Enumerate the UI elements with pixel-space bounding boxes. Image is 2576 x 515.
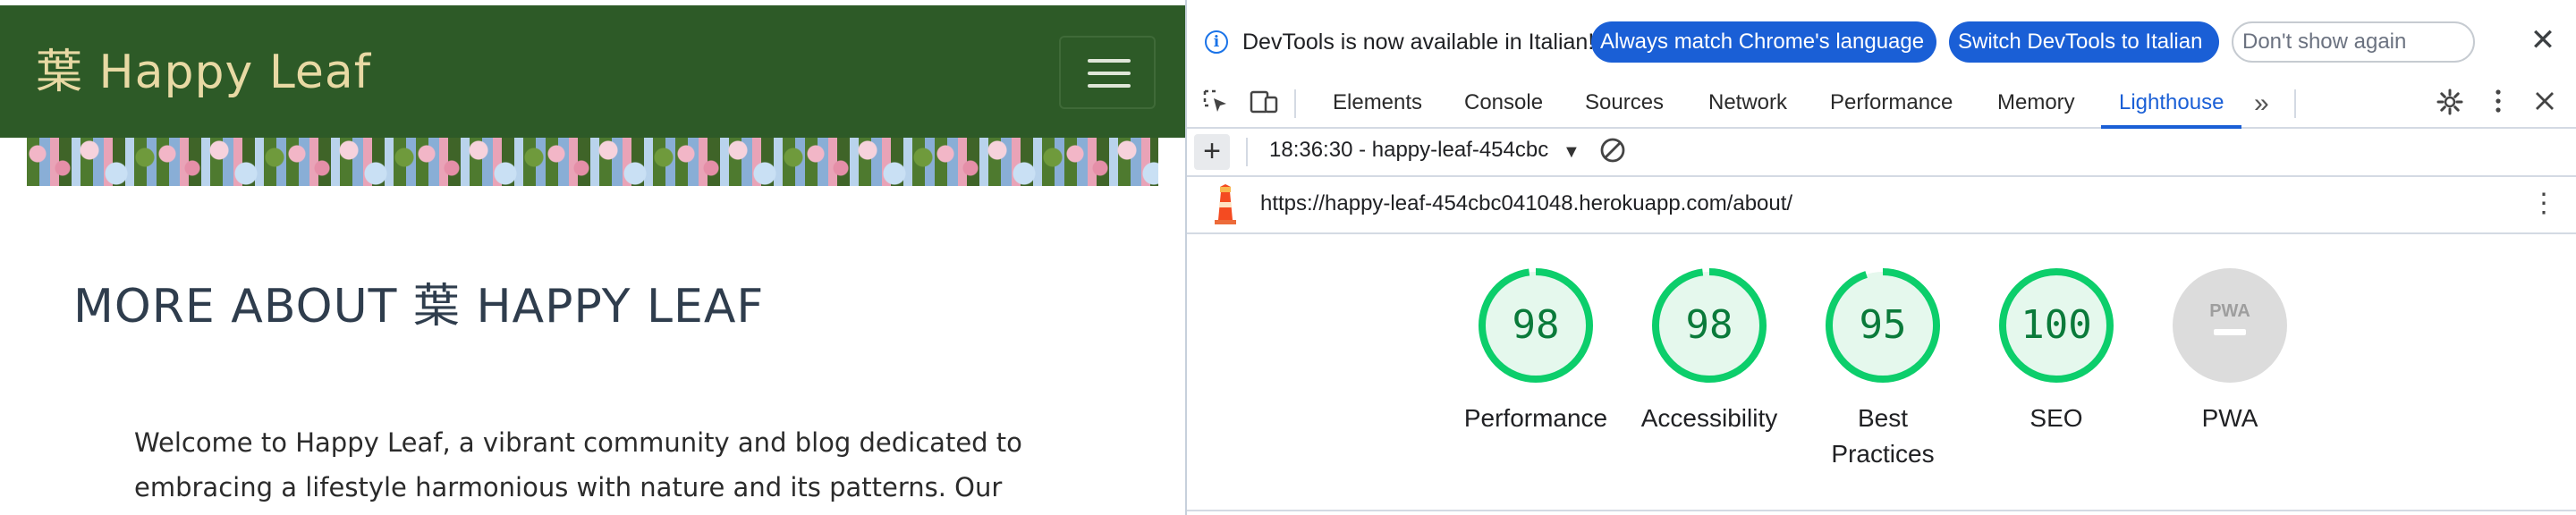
info-icon: i	[1205, 30, 1228, 54]
score-ring: 100	[1999, 268, 2114, 383]
infobar-message: DevTools is now available in Italian!	[1242, 30, 1595, 55]
report-url: https://happy-leaf-454cbc041048.herokuap…	[1260, 191, 1793, 215]
score-ring: 98	[1652, 268, 1767, 383]
always-match-language-button[interactable]: Always match Chrome's language	[1591, 21, 1936, 63]
score-ring: PWA	[2173, 268, 2287, 383]
pwa-badge-background	[2173, 268, 2287, 383]
tab-sources[interactable]: Sources	[1585, 80, 1664, 127]
lighthouse-toolbar: + 18:36:30 - happy-leaf-454cbc ▼	[1187, 129, 2576, 177]
report-url-bar: https://happy-leaf-454cbc041048.herokuap…	[1187, 177, 2576, 234]
lighthouse-logo-icon	[1215, 184, 1236, 224]
score-label-line: Accessibility	[1640, 404, 1778, 432]
score-label-line: Performance	[1463, 404, 1608, 432]
tab-memory[interactable]: Memory	[1997, 80, 2075, 127]
score-gauge[interactable]: 98 Accessibility	[1620, 265, 1799, 436]
score-gauge[interactable]: 98 Performance	[1446, 265, 1625, 436]
intro-paragraph: Welcome to Happy Leaf, a vibrant communi…	[134, 420, 1029, 510]
devtools-panel: i DevTools is now available in Italian! …	[1185, 0, 2576, 515]
score-value: 98	[1513, 302, 1560, 348]
score-gauge[interactable]: 95 Best Practices	[1793, 265, 1972, 472]
score-gauge[interactable]: PWA PWA	[2140, 265, 2319, 436]
language-infobar: i DevTools is now available in Italian! …	[1187, 0, 2576, 80]
score-value: 95	[1860, 302, 1907, 348]
site-brand[interactable]: 葉 Happy Leaf	[36, 34, 371, 101]
tab-lighthouse[interactable]: Lighthouse	[2100, 80, 2242, 129]
report-select[interactable]: 18:36:30 - happy-leaf-454cbc	[1269, 138, 1548, 163]
score-value: 98	[1686, 302, 1733, 348]
hamburger-icon-bar	[1088, 59, 1131, 63]
pwa-icon: PWA	[2209, 301, 2250, 321]
caret-down-icon[interactable]: ▼	[1563, 138, 1580, 166]
score-gauge[interactable]: 100 SEO	[1967, 265, 2146, 436]
site-navbar: 葉 Happy Leaf	[0, 5, 1185, 138]
gear-icon[interactable]	[2434, 88, 2466, 120]
score-value: 100	[2021, 302, 2091, 348]
page-heading: MORE ABOUT 葉 HAPPY LEAF	[73, 280, 765, 333]
intro-line: Welcome to Happy Leaf, a vibrant communi…	[134, 427, 1022, 458]
pwa-dash	[2214, 329, 2246, 335]
score-label-line: SEO	[2029, 404, 2083, 432]
clear-all-icon[interactable]	[1598, 136, 1627, 165]
lighthouse-scores: 98 Performance 98 Accessibility 95 Best Practi…	[1187, 234, 2576, 515]
navbar-toggler-button[interactable]	[1059, 36, 1156, 109]
score-label: Performance	[1446, 401, 1625, 436]
score-label-line: PWA	[2201, 404, 2258, 432]
score-label: Best Practices	[1793, 401, 1972, 472]
tab-elements[interactable]: Elements	[1333, 80, 1422, 127]
kebab-menu-icon[interactable]: ⋮	[2530, 186, 2557, 222]
score-label: SEO	[1967, 401, 2146, 436]
tab-console[interactable]: Console	[1464, 80, 1543, 127]
tab-performance[interactable]: Performance	[1830, 80, 1953, 127]
website-viewport: 葉 Happy Leaf MORE ABOUT 葉 HAPPY LEAF Wel…	[0, 0, 1185, 515]
kebab-menu-icon[interactable]	[2482, 88, 2514, 120]
intro-line: embracing a lifestyle harmonious with na…	[134, 472, 1003, 502]
inspect-element-icon[interactable]	[1199, 88, 1232, 120]
toolbar-divider	[1246, 138, 1248, 166]
tab-network[interactable]: Network	[1708, 80, 1787, 127]
switch-to-italian-button[interactable]: Switch DevTools to Italian	[1949, 21, 2219, 63]
new-report-button[interactable]: +	[1194, 134, 1230, 170]
score-ring: 98	[1479, 268, 1593, 383]
hamburger-icon-bar	[1088, 84, 1131, 88]
score-label-line: Best	[1857, 404, 1909, 432]
toolbar-divider	[1294, 89, 1296, 118]
dont-show-again-button[interactable]: Don't show again	[2232, 21, 2475, 63]
score-label: Accessibility	[1620, 401, 1799, 436]
hamburger-icon-bar	[1088, 72, 1131, 75]
score-label-line: Practices	[1831, 440, 1935, 468]
more-tabs-icon[interactable]: »	[2254, 88, 2269, 120]
bottom-divider	[1187, 510, 2576, 511]
toolbar-divider	[2294, 89, 2296, 118]
device-toolbar-icon[interactable]	[1248, 88, 1280, 120]
score-label: PWA	[2140, 401, 2319, 436]
flower-banner-image	[27, 138, 1158, 186]
close-icon[interactable]: ✕	[2527, 25, 2559, 57]
score-ring: 95	[1826, 268, 1940, 383]
close-devtools-icon[interactable]	[2529, 88, 2561, 120]
devtools-tabbar: Elements Console Sources Network Perform…	[1187, 80, 2576, 129]
